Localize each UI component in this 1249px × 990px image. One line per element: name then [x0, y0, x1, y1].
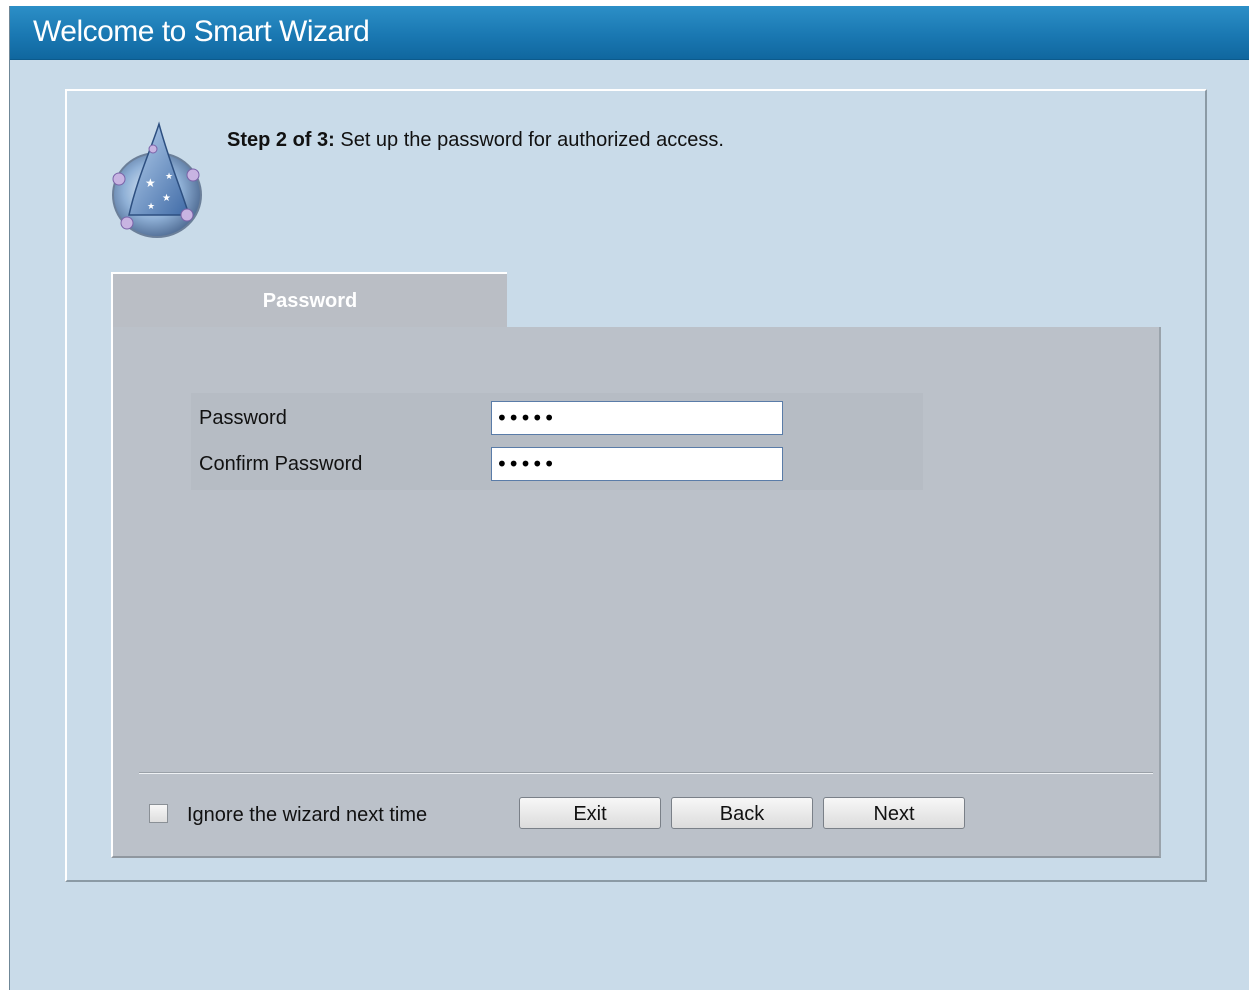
window-title: Welcome to Smart Wizard: [33, 15, 370, 48]
svg-text:★: ★: [162, 193, 171, 204]
step-description: Set up the password for authorized acces…: [334, 129, 724, 151]
tab-password[interactable]: Password: [111, 272, 507, 329]
back-button[interactable]: Back: [671, 797, 813, 829]
exit-button[interactable]: Exit: [519, 797, 661, 829]
wizard-panel: ★ ★ ★ ★ Step 2 of 3: Set up the password…: [65, 89, 1207, 882]
tab-content: Password Confirm Password Ignore the wiz…: [111, 327, 1161, 858]
next-button[interactable]: Next: [823, 797, 965, 829]
confirm-password-field[interactable]: [491, 447, 783, 481]
svg-text:★: ★: [147, 202, 155, 212]
svg-text:★: ★: [145, 176, 156, 190]
title-bar: Welcome to Smart Wizard: [10, 6, 1249, 60]
step-prefix: Step 2 of 3:: [227, 129, 335, 151]
ignore-wizard-label[interactable]: Ignore the wizard next time: [187, 804, 427, 827]
footer-divider: [139, 772, 1153, 774]
wizard-window: Welcome to Smart Wizard ★ ★ ★ ★ Step 2 o…: [9, 6, 1249, 990]
svg-text:★: ★: [165, 172, 173, 182]
step-instruction: Step 2 of 3: Set up the password for aut…: [227, 129, 724, 152]
password-field[interactable]: [491, 401, 783, 435]
ignore-wizard-checkbox[interactable]: [149, 804, 168, 823]
confirm-password-label: Confirm Password: [199, 453, 363, 475]
password-form: Password Confirm Password: [191, 393, 923, 490]
tab-password-label: Password: [262, 290, 358, 312]
password-label: Password: [199, 407, 287, 429]
wizard-hat-icon: ★ ★ ★ ★: [112, 121, 202, 238]
